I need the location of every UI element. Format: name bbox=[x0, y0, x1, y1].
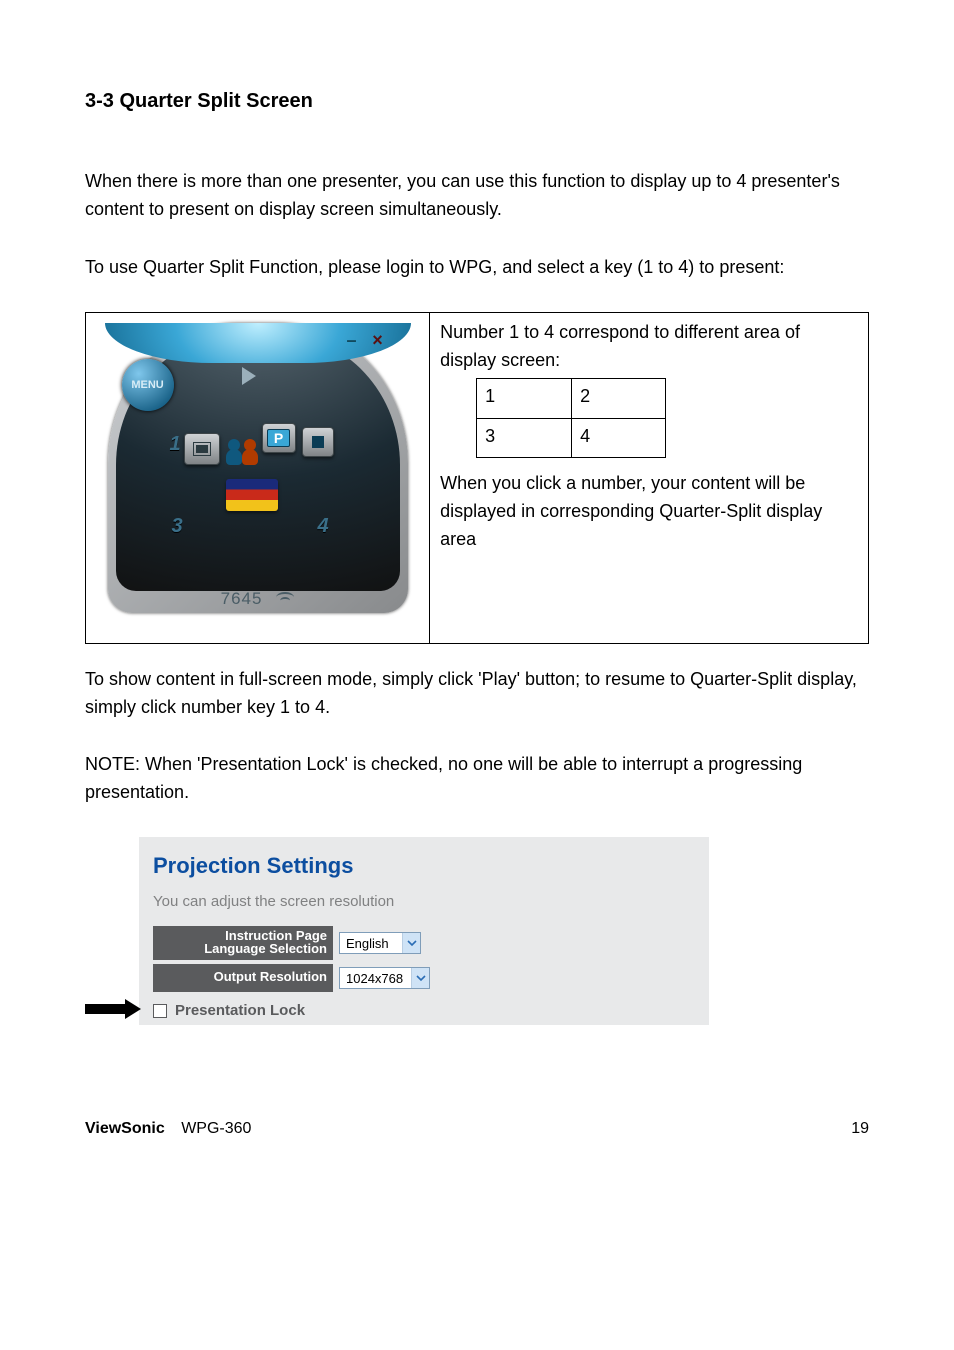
login-code: 7645 bbox=[221, 589, 263, 609]
explanation-cell: Number 1 to 4 correspond to different ar… bbox=[430, 313, 868, 643]
presentation-lock-label: Presentation Lock bbox=[175, 1002, 305, 1019]
wpg-widget: – × MENU 1 2 3 4 bbox=[108, 323, 408, 613]
menu-button-label: MENU bbox=[131, 379, 163, 391]
presentation-lock-row[interactable]: Presentation Lock bbox=[153, 1002, 691, 1019]
full-screen-icon[interactable] bbox=[184, 433, 220, 465]
projection-settings-title: Projection Settings bbox=[153, 853, 691, 879]
intro-paragraph-1: When there is more than one presenter, y… bbox=[85, 168, 869, 224]
callout-arrow-icon bbox=[85, 1001, 145, 1017]
wifi-icon bbox=[276, 592, 294, 606]
output-resolution-select[interactable]: 1024x768 bbox=[339, 967, 430, 989]
wpg-center-controls bbox=[184, 423, 334, 533]
body-paragraph-3: To show content in full-screen mode, sim… bbox=[85, 666, 869, 722]
footer-model: WPG-360 bbox=[181, 1120, 251, 1137]
output-resolution-label: Output Resolution bbox=[153, 964, 333, 992]
close-icon[interactable]: × bbox=[368, 331, 388, 351]
projection-settings-subtitle: You can adjust the screen resolution bbox=[153, 893, 691, 910]
play-icon[interactable] bbox=[242, 367, 256, 385]
flag-icon[interactable] bbox=[226, 479, 278, 511]
quadrant-legend-grid: 1 2 3 4 bbox=[476, 378, 666, 458]
minimize-icon[interactable]: – bbox=[342, 331, 362, 351]
projection-settings-figure: Projection Settings You can adjust the s… bbox=[85, 837, 869, 1025]
page-footer: ViewSonic WPG-360 19 bbox=[85, 1120, 869, 1138]
wpg-widget-cell: – × MENU 1 2 3 4 bbox=[86, 313, 430, 643]
language-selection-label: Instruction Page Language Selection bbox=[153, 926, 333, 960]
legend-cell-2: 2 bbox=[571, 378, 666, 418]
language-selection-label-line2: Language Selection bbox=[159, 942, 327, 955]
footer-brand: ViewSonic bbox=[85, 1120, 165, 1137]
language-select-value: English bbox=[340, 936, 402, 951]
chevron-down-icon bbox=[411, 968, 429, 988]
legend-cell-1: 1 bbox=[476, 378, 571, 418]
split-screen-figure-row: – × MENU 1 2 3 4 bbox=[85, 312, 869, 644]
explanation-outro: When you click a number, your content wi… bbox=[440, 470, 860, 554]
note-paragraph: NOTE: When 'Presentation Lock' is checke… bbox=[85, 751, 869, 807]
output-resolution-value: 1024x768 bbox=[340, 971, 411, 986]
intro-paragraph-2: To use Quarter Split Function, please lo… bbox=[85, 254, 869, 282]
quadrant-3-button[interactable]: 3 bbox=[172, 515, 183, 538]
pause-button[interactable] bbox=[262, 423, 296, 453]
wpg-footer: 7645 bbox=[221, 589, 295, 609]
explanation-intro: Number 1 to 4 correspond to different ar… bbox=[440, 319, 860, 375]
people-icon[interactable] bbox=[226, 439, 260, 473]
stop-button[interactable] bbox=[302, 427, 334, 457]
section-heading: 3-3 Quarter Split Screen bbox=[85, 90, 869, 113]
legend-cell-3: 3 bbox=[476, 418, 571, 458]
legend-cell-4: 4 bbox=[571, 418, 666, 458]
language-select[interactable]: English bbox=[339, 932, 421, 954]
projection-settings-panel: Projection Settings You can adjust the s… bbox=[139, 837, 709, 1025]
menu-button[interactable]: MENU bbox=[122, 359, 174, 411]
presentation-lock-checkbox[interactable] bbox=[153, 1004, 167, 1018]
footer-page-number: 19 bbox=[851, 1120, 869, 1138]
chevron-down-icon bbox=[402, 933, 420, 953]
wpg-top-arc bbox=[105, 323, 411, 363]
quadrant-1-button[interactable]: 1 bbox=[170, 433, 181, 456]
footer-left: ViewSonic WPG-360 bbox=[85, 1120, 251, 1138]
